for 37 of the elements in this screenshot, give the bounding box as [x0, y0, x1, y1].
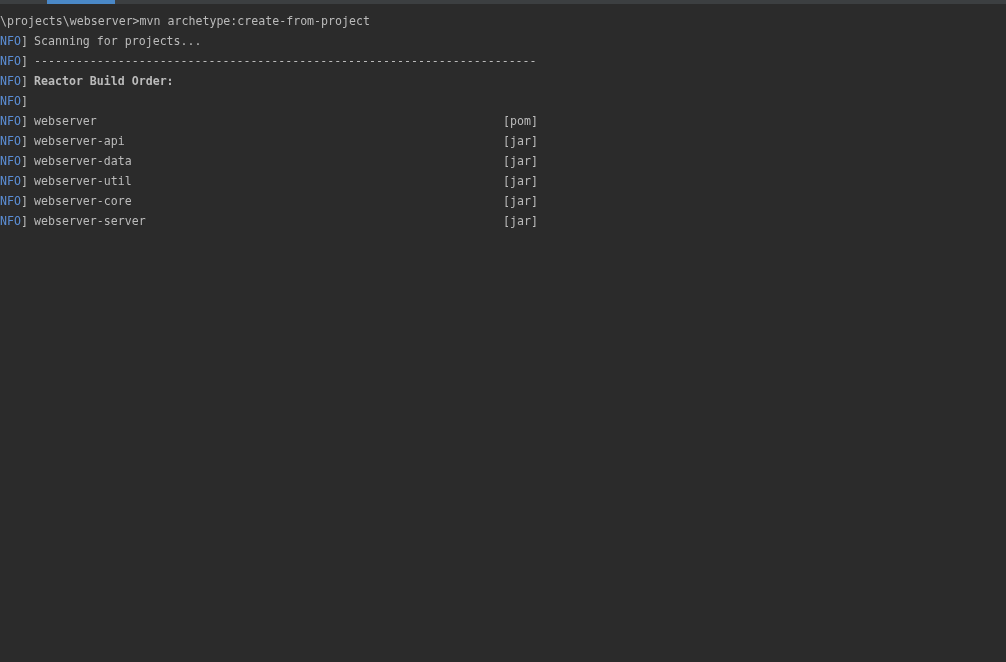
- log-level: NFO: [0, 153, 21, 170]
- log-level: NFO: [0, 193, 21, 210]
- bracket: ]: [20, 133, 28, 150]
- packaging-type: [jar]: [503, 153, 538, 170]
- bracket: ]: [20, 53, 28, 70]
- log-level: NFO: [0, 33, 21, 50]
- log-message: ------------------------------------------------------------------------: [34, 53, 537, 70]
- packaging-type: [jar]: [503, 213, 538, 230]
- log-level: NFO: [0, 73, 21, 90]
- bracket: ]: [20, 93, 28, 110]
- bracket: ]: [20, 113, 28, 130]
- log-level: NFO: [0, 93, 21, 110]
- log-level: NFO: [0, 53, 21, 70]
- command-line: \projects\webserver>mvn archetype:create-from-project: [0, 13, 370, 30]
- log-level: NFO: [0, 173, 21, 190]
- section-heading: Reactor Build Order:: [34, 73, 174, 90]
- bracket: ]: [20, 193, 28, 210]
- module-name: webserver-api: [34, 133, 126, 150]
- log-level: NFO: [0, 113, 21, 130]
- active-tab-indicator: [47, 0, 115, 4]
- module-name: webserver-data: [34, 153, 133, 170]
- module-name: webserver-core: [34, 193, 133, 210]
- log-level: NFO: [0, 133, 21, 150]
- bracket: ]: [20, 33, 28, 50]
- bracket: ]: [20, 153, 28, 170]
- packaging-type: [pom]: [503, 113, 538, 130]
- bracket: ]: [20, 213, 28, 230]
- log-message: Scanning for projects...: [34, 33, 202, 50]
- log-level: NFO: [0, 213, 21, 230]
- module-name: webserver-server: [34, 213, 147, 230]
- packaging-type: [jar]: [503, 133, 538, 150]
- packaging-type: [jar]: [503, 193, 538, 210]
- packaging-type: [jar]: [503, 173, 538, 190]
- bracket: ]: [20, 173, 28, 190]
- bracket: ]: [20, 73, 28, 90]
- module-name: webserver: [34, 113, 98, 130]
- module-name: webserver-util: [34, 173, 133, 190]
